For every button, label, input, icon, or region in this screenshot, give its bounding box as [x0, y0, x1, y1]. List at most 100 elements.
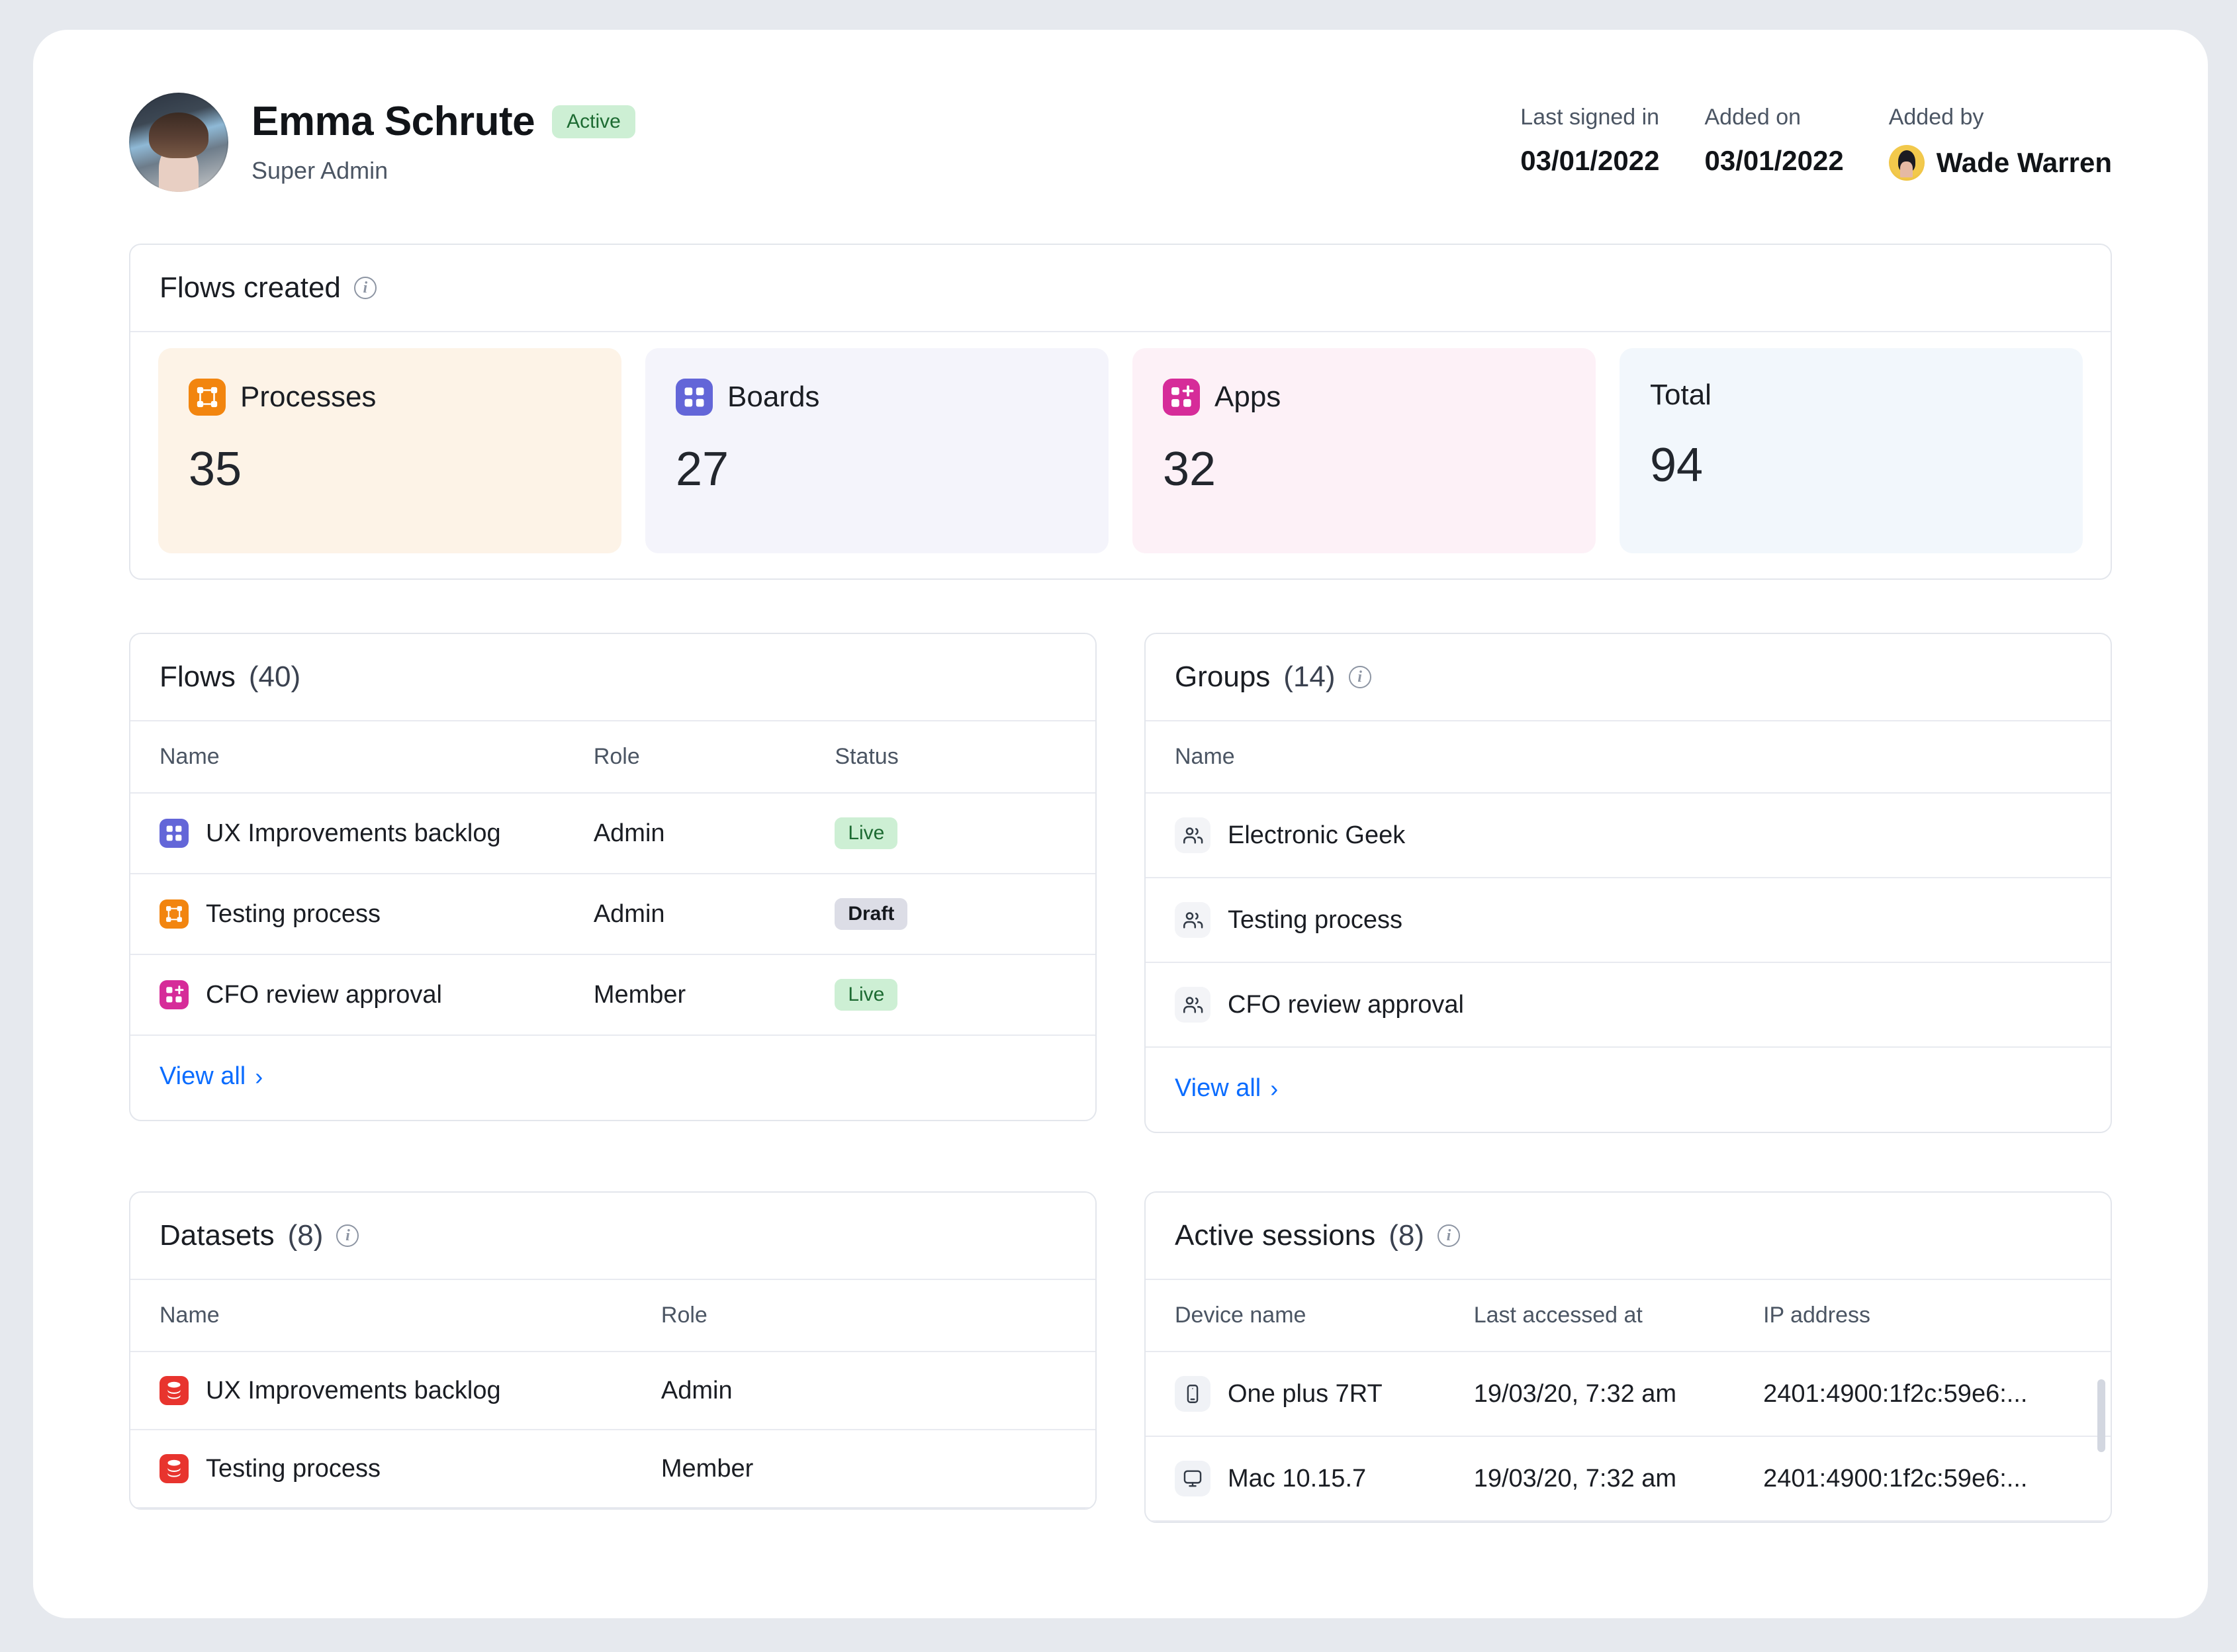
added-by-name: Wade Warren	[1936, 147, 2112, 178]
users-icon	[1175, 817, 1210, 853]
table-row[interactable]: CFO review approval	[1146, 962, 2111, 1048]
monitor-icon	[1175, 1461, 1210, 1496]
table-row[interactable]: UX Improvements backlog Admin	[130, 1352, 1095, 1430]
column-header-last-accessed: Last accessed at	[1473, 1280, 1764, 1352]
column-header-ip-address: IP address	[1763, 1280, 2111, 1352]
stat-card-apps: Apps 32	[1132, 348, 1596, 553]
session-device-cell: Mac 10.15.7	[1146, 1436, 1474, 1522]
panel-count: (14)	[1283, 661, 1336, 693]
profile-header: Emma Schrute Active Super Admin Last sig…	[129, 93, 2112, 192]
flow-status-cell: Live	[835, 793, 1095, 874]
table-row[interactable]: One plus 7RT 19/03/20, 7:32 am 2401:4900…	[1146, 1352, 2111, 1437]
column-header-role: Role	[593, 721, 835, 794]
flow-name-cell: UX Improvements backlog	[130, 793, 594, 874]
session-last-accessed: 19/03/20, 7:32 am	[1473, 1352, 1764, 1437]
phone-icon	[1175, 1376, 1210, 1412]
flow-name: CFO review approval	[206, 980, 442, 1009]
stat-card-total: Total 94	[1620, 348, 2083, 553]
flows-view-all-link[interactable]: View all ›	[130, 1036, 1095, 1120]
active-sessions-panel: Active sessions (8) i Device name Last a…	[1144, 1191, 2112, 1523]
table-header-row: Name	[1146, 721, 2111, 794]
avatar	[129, 93, 228, 192]
middle-row: Flows (40) Name Role Status UX Improveme…	[129, 633, 2112, 1133]
view-all-label: View all	[160, 1062, 246, 1090]
meta-label: Last signed in	[1520, 105, 1660, 130]
flows-panel: Flows (40) Name Role Status UX Improveme…	[129, 633, 1097, 1121]
meta-added-on: Added on 03/01/2022	[1705, 105, 1889, 181]
groups-header: Groups (14) i	[1146, 634, 2111, 721]
flows-created-panel: Flows created i Processes 35 Boards 27 A…	[129, 244, 2112, 580]
added-by-avatar	[1888, 145, 1925, 181]
flow-name-cell: Testing process	[130, 874, 594, 955]
dataset-name-cell: Testing process	[130, 1430, 661, 1508]
dataset-role: Member	[661, 1430, 1095, 1508]
meta-value: 03/01/2022	[1704, 145, 1844, 176]
status-badge: Draft	[835, 898, 908, 930]
session-ip-address: 2401:4900:1f2c:59e6:...	[1763, 1436, 2111, 1522]
users-icon	[1175, 902, 1210, 938]
dataset-role: Admin	[661, 1352, 1095, 1430]
panel-count: (8)	[287, 1219, 324, 1252]
column-header-name: Name	[130, 721, 594, 794]
groups-panel: Groups (14) i Name Electronic Geek Testi…	[1144, 633, 2112, 1133]
column-header-name: Name	[1146, 721, 2111, 794]
table-row[interactable]: Mac 10.15.7 19/03/20, 7:32 am 2401:4900:…	[1146, 1436, 2111, 1522]
panel-title: Flows	[160, 661, 236, 693]
dataset-name-cell: UX Improvements backlog	[130, 1352, 661, 1430]
stat-card-processes: Processes 35	[158, 348, 621, 553]
table-row[interactable]: Testing process	[1146, 878, 2111, 963]
info-icon[interactable]: i	[336, 1224, 359, 1247]
stat-label: Processes	[240, 381, 377, 413]
board-icon	[160, 819, 189, 848]
flows-table: Name Role Status UX Improvements backlog…	[130, 721, 1095, 1036]
profile-meta: Last signed in 03/01/2022 Added on 03/01…	[1520, 93, 2112, 181]
info-icon[interactable]: i	[1348, 666, 1371, 688]
meta-last-signed-in: Last signed in 03/01/2022	[1520, 105, 1704, 181]
table-row[interactable]: Testing process Admin Draft	[130, 874, 1095, 955]
session-device-cell: One plus 7RT	[1146, 1352, 1474, 1437]
flow-status-cell: Live	[835, 954, 1095, 1036]
users-icon	[1175, 987, 1210, 1023]
column-header-device-name: Device name	[1146, 1280, 1474, 1352]
panel-title: Datasets	[160, 1219, 275, 1252]
column-header-status: Status	[835, 721, 1095, 794]
table-header-row: Name Role Status	[130, 721, 1095, 794]
flow-name-cell: CFO review approval	[130, 954, 594, 1036]
vertical-scrollbar[interactable]	[2097, 1379, 2105, 1452]
active-sessions-table: Device name Last accessed at IP address	[1146, 1280, 2111, 1522]
panel-count: (40)	[248, 661, 301, 693]
table-row[interactable]: Electronic Geek	[1146, 793, 2111, 878]
dataset-icon	[160, 1376, 189, 1405]
info-icon[interactable]: i	[1438, 1224, 1461, 1247]
stat-value: 27	[676, 443, 729, 496]
dataset-name: UX Improvements backlog	[206, 1376, 501, 1404]
flow-status-cell: Draft	[835, 874, 1095, 955]
stat-label: Total	[1650, 379, 1712, 411]
column-header-role: Role	[661, 1280, 1095, 1352]
group-name-cell: CFO review approval	[1146, 962, 2111, 1048]
active-sessions-header: Active sessions (8) i	[1146, 1193, 2111, 1280]
view-all-label: View all	[1175, 1074, 1261, 1102]
stat-value: 32	[1163, 443, 1216, 496]
column-header-name: Name	[130, 1280, 661, 1352]
datasets-header: Datasets (8) i	[130, 1193, 1095, 1280]
table-row[interactable]: CFO review approval Member Live	[130, 954, 1095, 1036]
stat-label: Apps	[1214, 381, 1281, 413]
stat-card-grid: Processes 35 Boards 27 Apps 32 Total 94	[130, 332, 2111, 578]
info-icon[interactable]: i	[353, 277, 377, 299]
groups-view-all-link[interactable]: View all ›	[1146, 1048, 2111, 1132]
process-icon	[160, 899, 189, 929]
panel-title: Active sessions	[1175, 1219, 1376, 1252]
flows-header: Flows (40)	[130, 634, 1095, 721]
group-name: CFO review approval	[1228, 990, 1464, 1019]
flow-role: Member	[593, 954, 835, 1036]
table-row[interactable]: Testing process Member	[130, 1430, 1095, 1508]
session-device-name: Mac 10.15.7	[1228, 1464, 1367, 1492]
status-badge: Live	[835, 979, 898, 1011]
groups-table: Name Electronic Geek Testing process CFO…	[1146, 721, 2111, 1048]
datasets-panel: Datasets (8) i Name Role UX Improvements…	[129, 1191, 1097, 1510]
flow-name: Testing process	[206, 899, 381, 928]
flow-role: Admin	[593, 793, 835, 874]
table-row[interactable]: UX Improvements backlog Admin Live	[130, 793, 1095, 874]
group-name-cell: Testing process	[1146, 878, 2111, 963]
